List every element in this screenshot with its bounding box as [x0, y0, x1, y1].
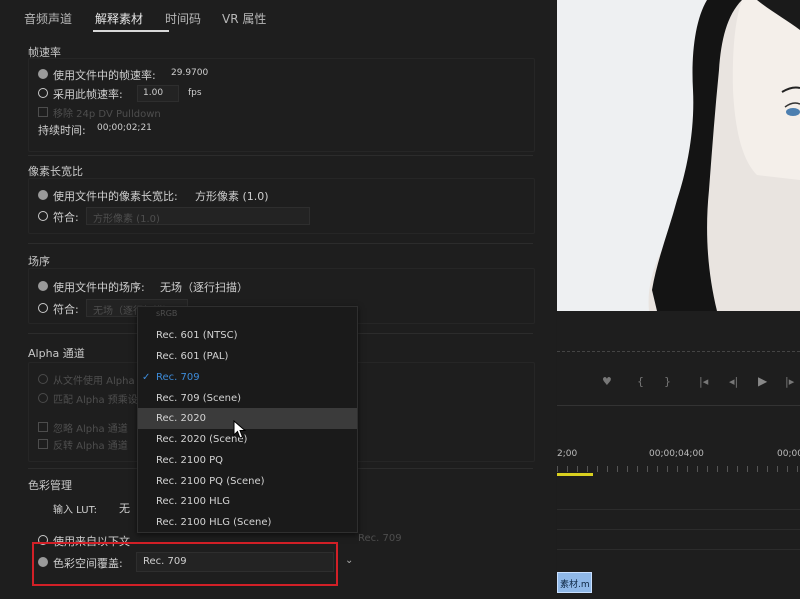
video-preview [557, 0, 800, 311]
dropdown-option[interactable]: Rec. 601 (NTSC) [138, 325, 357, 346]
time-ruler-ticks [557, 466, 800, 472]
frame-rate-use-file-value: 29.9700 [171, 68, 209, 78]
mark-in-icon[interactable]: { [637, 375, 644, 388]
field-order-use-file-value: 无场（逐行扫描） [160, 281, 248, 294]
alpha-title: Alpha 通道 [28, 347, 85, 360]
dropdown-option-label: Rec. 2020 [156, 413, 206, 424]
duration-value: 00;00;02;21 [97, 123, 152, 133]
tab-audio-channels[interactable]: 音频声道 [24, 10, 72, 27]
alpha-invert-checkbox[interactable] [38, 439, 48, 449]
alpha-ignore-checkbox[interactable] [38, 422, 48, 432]
go-to-in-icon[interactable]: |◂ [699, 375, 708, 388]
dropdown-option[interactable]: Rec. 2100 HLG [138, 491, 357, 512]
frame-rate-use-file-radio[interactable] [38, 69, 48, 79]
dropdown-option[interactable]: Rec. 2100 PQ [138, 450, 357, 471]
dropdown-option-label: Rec. 2100 PQ [156, 455, 224, 466]
dropdown-option-label: Rec. 601 (PAL) [156, 351, 229, 362]
frame-rate-input-value: 1.00 [143, 88, 164, 98]
timecode-right: 00;00 [777, 449, 800, 459]
tab-timecode[interactable]: 时间码 [165, 10, 201, 27]
alpha-from-file-label: 从文件使用 Alpha [53, 376, 135, 387]
alpha-from-file-radio[interactable] [38, 374, 48, 384]
alpha-invert-label: 反转 Alpha 通道 [53, 441, 128, 452]
timecode-mid: 00;00;04;00 [649, 449, 704, 459]
duration-label: 持续时间: [38, 124, 86, 137]
alpha-premultiply-radio[interactable] [38, 393, 48, 403]
divider [28, 243, 533, 244]
tab-bar: 音频声道 解释素材 时间码 VR 属性 [0, 0, 556, 34]
checkmark-icon: ✓ [142, 372, 151, 383]
dropdown-option-label: Rec. 709 [156, 372, 200, 383]
active-tab-indicator [93, 30, 169, 32]
field-order-conform-radio[interactable] [38, 303, 48, 313]
track-divider [557, 529, 800, 530]
dropdown-option[interactable]: Rec. 2020 (Scene) [138, 429, 357, 450]
dropdown-option[interactable]: Rec. 2100 HLG (Scene) [138, 512, 357, 533]
dropdown-option[interactable]: Rec. 601 (PAL) [138, 346, 357, 367]
input-lut-label: 输入 LUT: [53, 505, 97, 516]
dropdown-option-label: Rec. 2100 HLG (Scene) [156, 517, 272, 528]
field-order-title: 场序 [28, 255, 50, 268]
frame-rate-input[interactable]: 1.00 [137, 85, 179, 102]
dropdown-option-hovered[interactable]: Rec. 2020 [138, 408, 357, 429]
pulldown-label: 移除 24p DV Pulldown [53, 109, 161, 120]
scrub-ruler [557, 351, 800, 353]
pixel-aspect-use-file-label: 使用文件中的像素长宽比: [53, 190, 178, 203]
tab-vr-properties[interactable]: VR 属性 [222, 10, 266, 27]
dropdown-option-label: Rec. 709 (Scene) [156, 393, 242, 404]
pixel-aspect-use-file-value: 方形像素 (1.0) [195, 190, 269, 203]
frame-rate-assume-radio[interactable] [38, 88, 48, 98]
play-icon[interactable]: ▶ [758, 374, 767, 388]
color-management-title: 色彩管理 [28, 479, 72, 492]
mouse-cursor-icon [233, 420, 247, 439]
field-order-use-file-radio[interactable] [38, 281, 48, 291]
alpha-premultiply-label: 匹配 Alpha 预乘设置 [53, 395, 148, 406]
clip-label: 素材.m [560, 580, 590, 590]
timeline-panel: ♥ { } |◂ ◂| ▶ |▸ 2;00 00;00;04;00 00;00 … [557, 311, 800, 599]
dropdown-option-label: Rec. 2100 HLG [156, 496, 230, 507]
field-order-use-file-label: 使用文件中的场序: [53, 281, 145, 294]
step-back-icon[interactable]: ◂| [729, 375, 738, 388]
step-forward-icon[interactable]: |▸ [785, 375, 794, 388]
chevron-down-icon[interactable]: ⌄ [345, 555, 353, 566]
input-lut-value: 无 [119, 502, 130, 515]
highlight-box [32, 542, 338, 586]
dropdown-option[interactable]: Rec. 709 (Scene) [138, 388, 357, 409]
divider [557, 405, 800, 406]
timecode-left: 2;00 [557, 449, 578, 459]
dropdown-header: sRGB [156, 309, 178, 318]
frame-rate-unit: fps [188, 88, 202, 98]
pixel-aspect-conform-select[interactable]: 方形像素 (1.0) [86, 207, 310, 225]
pixel-aspect-title: 像素长宽比 [28, 165, 83, 178]
pulldown-checkbox[interactable] [38, 107, 48, 117]
track-divider [557, 509, 800, 510]
work-area-bar[interactable] [557, 473, 593, 476]
color-space-dropdown: sRGB Rec. 601 (NTSC) Rec. 601 (PAL) ✓ Rec… [137, 306, 358, 533]
alpha-ignore-label: 忽略 Alpha 通道 [53, 424, 128, 435]
pixel-aspect-conform-value: 方形像素 (1.0) [93, 214, 160, 225]
pixel-aspect-conform-radio[interactable] [38, 211, 48, 221]
marker-icon[interactable]: ♥ [602, 375, 612, 388]
divider [28, 155, 533, 156]
preview-image [557, 0, 800, 311]
frame-rate-assume-label: 采用此帧速率: [53, 88, 123, 101]
dropdown-option-selected[interactable]: ✓ Rec. 709 [138, 367, 357, 388]
dropdown-option-label: Rec. 601 (NTSC) [156, 330, 238, 341]
dropdown-option[interactable]: Rec. 2100 PQ (Scene) [138, 471, 357, 492]
video-clip[interactable]: 素材.m [557, 572, 592, 593]
pixel-aspect-box [28, 178, 535, 234]
tab-interpret-footage[interactable]: 解释素材 [95, 10, 143, 27]
mark-out-icon[interactable]: } [664, 375, 671, 388]
pixel-aspect-use-file-radio[interactable] [38, 190, 48, 200]
track-divider [557, 549, 800, 550]
dropdown-option-label: Rec. 2100 PQ (Scene) [156, 476, 265, 487]
color-use-context-value: Rec. 709 [358, 533, 402, 544]
field-order-conform-label: 符合: [53, 303, 79, 316]
frame-rate-use-file-label: 使用文件中的帧速率: [53, 69, 156, 82]
pixel-aspect-conform-label: 符合: [53, 211, 79, 224]
